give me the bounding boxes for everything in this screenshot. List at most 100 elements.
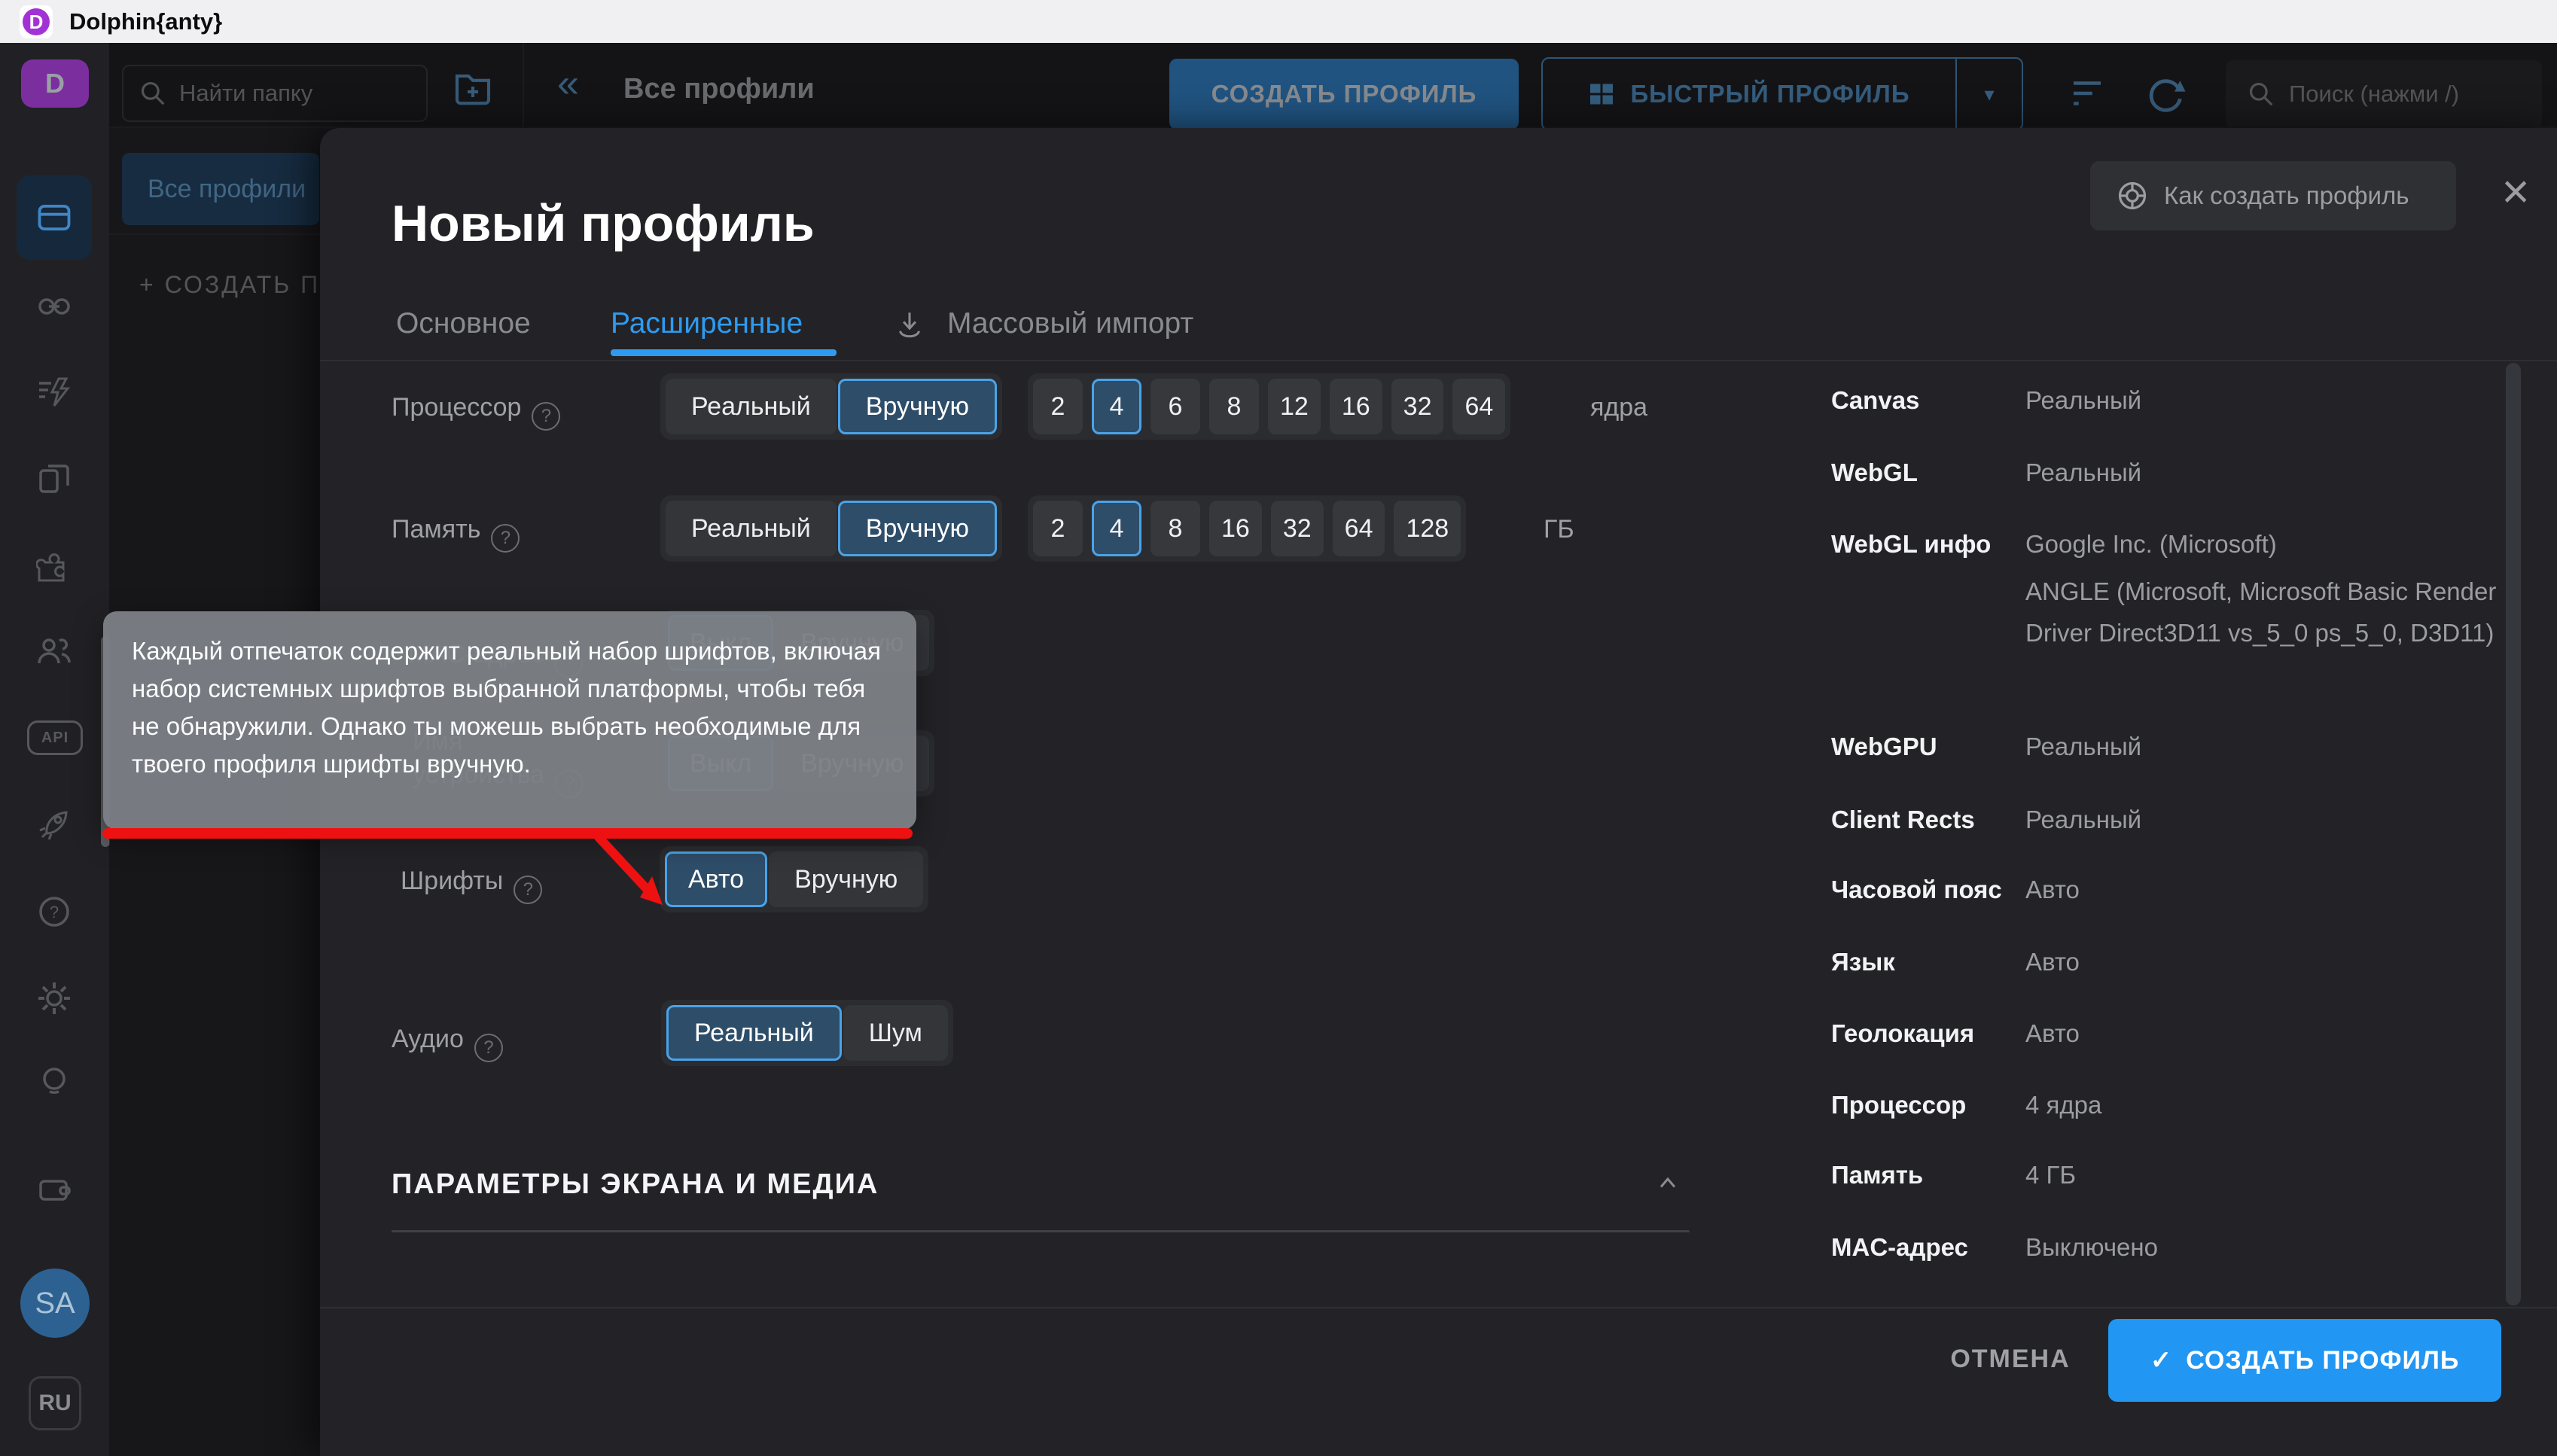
memory-label: Память?: [392, 515, 520, 553]
summary-label: MAC-адрес: [1831, 1233, 1968, 1262]
sidebar-item-profiles[interactable]: [17, 175, 92, 260]
memory-size-option[interactable]: 8: [1150, 501, 1200, 556]
footer-divider: [320, 1307, 2557, 1308]
fonts-help-icon[interactable]: ?: [514, 876, 542, 904]
sidebar-item-proxy[interactable]: [36, 288, 72, 324]
summary-label: WebGPU: [1831, 733, 1937, 761]
app-title: Dolphin{anty}: [69, 8, 222, 35]
cpu-mode-manual[interactable]: Вручную: [838, 379, 997, 434]
summary-value: Реальный: [2025, 733, 2141, 761]
cpu-label: Процессор?: [392, 393, 560, 431]
tab-advanced[interactable]: Расширенные: [611, 307, 803, 340]
summary-value: Реальный: [2025, 806, 2141, 834]
cpu-core-option[interactable]: 64: [1452, 379, 1505, 434]
audio-label: Аудио?: [392, 1025, 503, 1062]
icon-sidebar: D: [0, 43, 109, 1456]
cpu-mode-real[interactable]: Реальный: [666, 379, 837, 434]
sidebar-item-team[interactable]: [36, 633, 72, 669]
link-icon: [36, 288, 72, 324]
sidebar-item-templates[interactable]: [36, 461, 72, 498]
memory-size-option-selected[interactable]: 4: [1092, 501, 1141, 556]
cpu-core-option[interactable]: 2: [1033, 379, 1083, 434]
summary-value-webgl-info: ANGLE (Microsoft, Microsoft Basic Render…: [2025, 571, 2522, 653]
sidebar-item-automation[interactable]: [36, 374, 72, 410]
tabs-divider: [320, 360, 2557, 361]
fonts-mode-manual[interactable]: Вручную: [769, 851, 923, 907]
dolphin-logo-icon[interactable]: D: [21, 59, 89, 108]
lifebuoy-icon: [2116, 179, 2149, 212]
cpu-core-option[interactable]: 6: [1150, 379, 1200, 434]
summary-label: Память: [1831, 1161, 1923, 1189]
summary-value: Реальный: [2025, 458, 2141, 487]
fonts-label: Шрифты?: [401, 867, 542, 904]
how-to-create-button[interactable]: Как создать профиль: [2090, 161, 2456, 230]
sidebar-item-help[interactable]: ?: [36, 894, 72, 930]
summary-value: Google Inc. (Microsoft): [2025, 530, 2277, 559]
copies-icon: [36, 461, 72, 498]
language-switcher[interactable]: RU: [29, 1376, 81, 1430]
memory-size-option[interactable]: 32: [1271, 501, 1324, 556]
active-tab-underline: [611, 349, 837, 356]
sidebar-item-api[interactable]: API: [27, 720, 83, 755]
chevron-up-icon[interactable]: [1654, 1170, 1681, 1197]
sidebar-item-launcher[interactable]: [36, 807, 72, 843]
check-icon: ✓: [2150, 1345, 2173, 1375]
summary-value: Выключено: [2025, 1233, 2158, 1262]
users-icon: [36, 633, 72, 669]
summary-label: WebGL: [1831, 458, 1918, 487]
memory-size-option[interactable]: 128: [1394, 501, 1461, 556]
cpu-help-icon[interactable]: ?: [532, 402, 560, 431]
puzzle-icon: [36, 549, 72, 585]
app-logo-icon: D: [20, 5, 53, 38]
summary-label: Client Rects: [1831, 806, 1975, 834]
memory-unit: ГБ: [1544, 515, 1574, 544]
audio-help-icon[interactable]: ?: [474, 1034, 503, 1062]
memory-size-option[interactable]: 64: [1333, 501, 1385, 556]
summary-label: Геолокация: [1831, 1019, 1974, 1048]
cpu-mode-toggle: Реальный Вручную: [660, 373, 1002, 440]
memory-sizes-group: 2 4 8 16 32 64 128: [1028, 495, 1466, 562]
summary-label: Процессор: [1831, 1091, 1966, 1119]
sidebar-item-ideas[interactable]: [36, 1065, 72, 1101]
tab-main[interactable]: Основное: [396, 307, 531, 340]
summary-label: WebGL инфо: [1831, 530, 1991, 559]
memory-size-option[interactable]: 2: [1033, 501, 1083, 556]
close-icon[interactable]: ×: [2488, 164, 2543, 218]
cpu-core-option[interactable]: 12: [1268, 379, 1321, 434]
cpu-core-option[interactable]: 32: [1391, 379, 1444, 434]
user-avatar[interactable]: SA: [20, 1269, 90, 1338]
audio-mode-real[interactable]: Реальный: [666, 1005, 842, 1061]
annotation-underline: [102, 828, 913, 839]
memory-mode-real[interactable]: Реальный: [666, 501, 837, 556]
screen-media-section-header: ПАРАМЕТРЫ ЭКРАНА И МЕДИА: [392, 1168, 879, 1201]
cpu-unit: ядра: [1590, 393, 1647, 422]
memory-size-option[interactable]: 16: [1209, 501, 1262, 556]
svg-text:?: ?: [50, 903, 59, 921]
create-profile-button[interactable]: ✓ СОЗДАТЬ ПРОФИЛЬ: [2108, 1319, 2501, 1402]
automation-icon: [36, 374, 72, 410]
sidebar-item-settings[interactable]: [36, 980, 72, 1016]
sidebar-item-extensions[interactable]: [36, 549, 72, 585]
sidebar-item-wallet[interactable]: [36, 1172, 72, 1208]
cancel-button[interactable]: ОТМЕНА: [1931, 1333, 2089, 1385]
audio-mode-noise[interactable]: Шум: [843, 1005, 948, 1061]
summary-label: Canvas: [1831, 386, 1919, 415]
memory-help-icon[interactable]: ?: [491, 524, 520, 553]
cpu-core-option[interactable]: 8: [1209, 379, 1259, 434]
modal-scrollbar[interactable]: [2506, 363, 2521, 1305]
cpu-core-option[interactable]: 16: [1330, 379, 1382, 434]
lightbulb-icon: [36, 1065, 72, 1101]
summary-label: Язык: [1831, 948, 1895, 976]
import-icon: [894, 309, 925, 340]
wallet-icon: [36, 1172, 72, 1208]
summary-value: Авто: [2025, 948, 2080, 976]
fonts-tooltip-text: Каждый отпечаток содержит реальный набор…: [132, 632, 888, 783]
section-divider: [392, 1230, 1690, 1232]
summary-value: 4 ядра: [2025, 1091, 2101, 1119]
memory-mode-manual[interactable]: Вручную: [838, 501, 997, 556]
gear-icon: [36, 980, 72, 1016]
summary-value: Реальный: [2025, 386, 2141, 415]
cpu-core-option-selected[interactable]: 4: [1092, 379, 1141, 434]
tab-bulk-import[interactable]: Массовый импорт: [947, 307, 1193, 340]
how-to-create-label: Как создать профиль: [2164, 181, 2409, 210]
